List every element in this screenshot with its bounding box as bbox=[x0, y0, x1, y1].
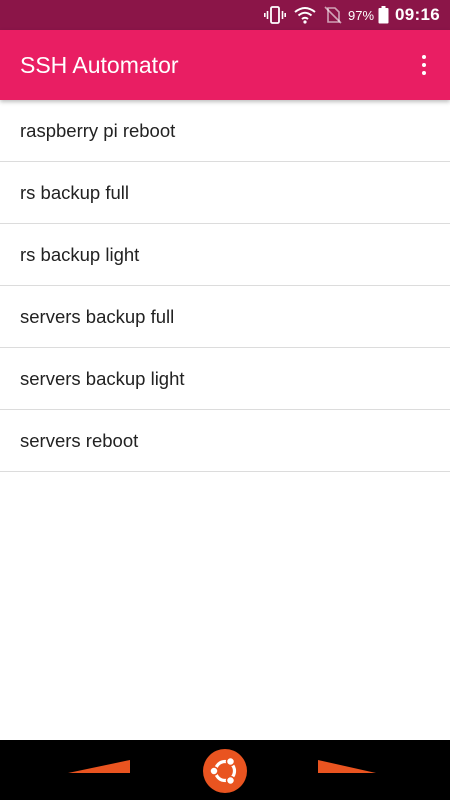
app-bar: SSH Automator bbox=[0, 30, 450, 100]
list-item-label: raspberry pi reboot bbox=[20, 119, 176, 141]
overflow-menu-icon bbox=[422, 53, 426, 77]
list-item-label: rs backup full bbox=[20, 181, 129, 203]
battery-percent: 97% bbox=[347, 7, 375, 23]
list-item-raspberry-pi-reboot[interactable]: raspberry pi reboot bbox=[0, 100, 450, 162]
list-item-rs-backup-full[interactable]: rs backup full bbox=[0, 162, 450, 224]
list-item-label: rs backup light bbox=[20, 243, 140, 265]
clock: 09:16 bbox=[395, 5, 440, 24]
list-item-servers-backup-full[interactable]: servers backup full bbox=[0, 286, 450, 348]
ubuntu-logo-icon bbox=[202, 749, 248, 798]
overflow-menu-button[interactable] bbox=[412, 45, 436, 85]
forward-button[interactable] bbox=[316, 758, 380, 776]
forward-icon bbox=[316, 760, 380, 780]
back-button[interactable] bbox=[68, 758, 132, 776]
list-item-rs-backup-light[interactable]: rs backup light bbox=[0, 224, 450, 286]
list-item-servers-backup-light[interactable]: servers backup light bbox=[0, 348, 450, 410]
app-title: SSH Automator bbox=[20, 51, 179, 78]
back-icon bbox=[68, 760, 132, 780]
no-sim-icon bbox=[324, 6, 342, 24]
list-item-label: servers backup light bbox=[20, 367, 185, 389]
list-item-servers-reboot[interactable]: servers reboot bbox=[0, 410, 450, 472]
status-bar: 97% 09:16 bbox=[0, 0, 450, 30]
wifi-icon bbox=[294, 6, 316, 24]
battery-icon bbox=[378, 6, 389, 24]
navigation-bar bbox=[0, 740, 450, 800]
command-list: raspberry pi reboot rs backup full rs ba… bbox=[0, 100, 450, 472]
vibrate-icon bbox=[263, 6, 286, 24]
list-item-label: servers reboot bbox=[20, 429, 139, 451]
home-button[interactable] bbox=[202, 748, 248, 794]
list-item-label: servers backup full bbox=[20, 305, 175, 327]
